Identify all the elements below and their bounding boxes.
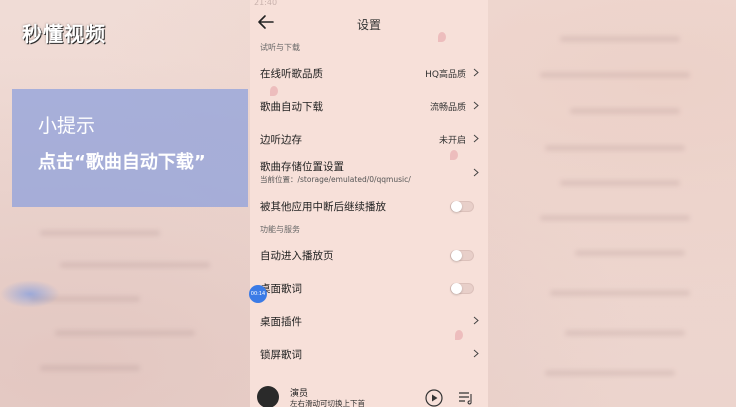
chevron-right-icon bbox=[473, 101, 479, 110]
setting-label: 歌曲存储位置设置 bbox=[260, 161, 344, 173]
section-label-features: 功能与服务 bbox=[260, 225, 300, 234]
desktop-lyrics-toggle[interactable] bbox=[450, 283, 474, 294]
hint-title: 小提示 bbox=[38, 115, 96, 137]
toggle-knob bbox=[451, 250, 462, 261]
setting-value: 流畅品质 bbox=[429, 103, 466, 113]
toggle-knob bbox=[451, 201, 462, 212]
toggle-knob bbox=[451, 283, 462, 294]
petal-decoration bbox=[450, 150, 458, 160]
setting-desktop-widget[interactable]: 桌面插件 bbox=[250, 304, 488, 337]
setting-value: HQ高品质 bbox=[425, 70, 466, 80]
chevron-right-icon bbox=[473, 168, 479, 177]
settings-header: 设置 bbox=[250, 6, 488, 40]
auto-play-page-toggle[interactable] bbox=[450, 250, 474, 261]
setting-label: 自动进入播放页 bbox=[260, 250, 334, 262]
petal-decoration bbox=[438, 32, 446, 42]
section-label-listen-download: 试听与下载 bbox=[260, 43, 300, 52]
setting-lockscreen-lyrics[interactable]: 锁屏歌词 bbox=[250, 337, 488, 370]
setting-desktop-lyrics: 桌面歌词 bbox=[250, 271, 488, 304]
setting-label: 桌面插件 bbox=[260, 316, 302, 328]
chevron-right-icon bbox=[473, 134, 479, 143]
album-cover[interactable] bbox=[257, 386, 279, 407]
setting-sub: 当前位置：/storage/emulated/0/qqmusic/ bbox=[260, 175, 411, 184]
hint-text: 点击“歌曲自动下载” bbox=[38, 152, 206, 173]
petal-decoration bbox=[270, 86, 278, 96]
setting-label: 被其他应用中断后继续播放 bbox=[260, 201, 386, 213]
setting-label: 在线听歌品质 bbox=[260, 68, 323, 80]
play-circle-icon[interactable] bbox=[425, 389, 443, 407]
song-subtitle: 左右滑动可切换上下首 bbox=[290, 399, 365, 407]
setting-label: 歌曲自动下载 bbox=[260, 101, 323, 113]
chevron-right-icon bbox=[473, 68, 479, 77]
playlist-icon[interactable] bbox=[458, 391, 474, 405]
mini-player[interactable]: 演员 左右滑动可切换上下首 bbox=[250, 381, 488, 407]
setting-auto-download[interactable]: 歌曲自动下载 流畅品质 bbox=[250, 89, 488, 122]
chevron-right-icon bbox=[473, 316, 479, 325]
light-flare bbox=[0, 280, 60, 308]
setting-resume-after-interrupt: 被其他应用中断后继续播放 bbox=[250, 189, 488, 222]
setting-label: 边听边存 bbox=[260, 134, 302, 146]
watermark-logo: 秒懂视频 bbox=[22, 22, 106, 46]
timestamp-badge: 00:14 bbox=[249, 285, 267, 303]
chevron-right-icon bbox=[473, 349, 479, 358]
setting-value: 未开启 bbox=[438, 136, 466, 146]
setting-online-quality[interactable]: 在线听歌品质 HQ高品质 bbox=[250, 56, 488, 89]
resume-toggle[interactable] bbox=[450, 201, 474, 212]
phone-screen: 21:40 设置 试听与下载 在线听歌品质 HQ高品质 歌曲自动下载 流畅品质 … bbox=[250, 0, 488, 407]
setting-auto-play-page: 自动进入播放页 bbox=[250, 238, 488, 271]
petal-decoration bbox=[455, 330, 463, 340]
setting-label: 锁屏歌词 bbox=[260, 349, 302, 361]
hint-box: 小提示 点击“歌曲自动下载” bbox=[12, 89, 248, 207]
setting-storage-location[interactable]: 歌曲存储位置设置 当前位置：/storage/emulated/0/qqmusi… bbox=[250, 155, 488, 189]
page-title: 设置 bbox=[356, 18, 381, 32]
